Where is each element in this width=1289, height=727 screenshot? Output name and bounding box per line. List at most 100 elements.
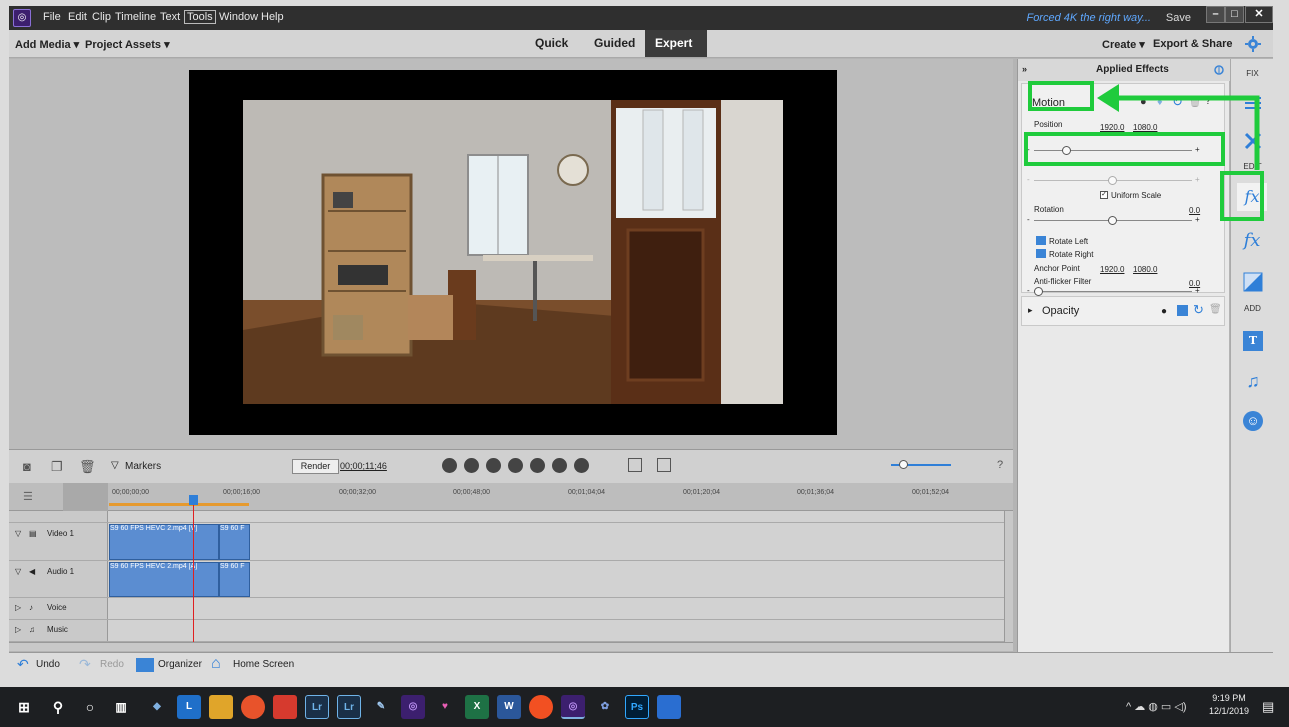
timeline-help-icon[interactable]: ? — [997, 459, 1003, 471]
audio-clip[interactable]: S9 60 FPS HEVC 2.mp4 [A] — [109, 562, 219, 597]
antiflicker-plus[interactable]: + — [1195, 286, 1200, 295]
opacity-eye-icon[interactable]: ● — [1161, 306, 1167, 317]
step-forward-button[interactable] — [530, 458, 545, 473]
track-voice-expand-icon[interactable]: ▷ — [15, 603, 21, 612]
app-pin-icon[interactable]: ♥ — [433, 695, 457, 719]
rewind-button[interactable] — [464, 458, 479, 473]
expand-opacity-icon[interactable]: ▸ — [1028, 305, 1033, 316]
premiere-elements-active-icon[interactable]: ◎ — [561, 695, 585, 719]
music-note-icon[interactable]: ♫ — [1243, 371, 1263, 391]
menu-clip[interactable]: Clip — [92, 11, 111, 23]
cortana-icon[interactable]: ○ — [78, 695, 102, 719]
zoom-slider-knob[interactable] — [899, 460, 908, 469]
opacity-delete-icon[interactable]: 🗑 — [1209, 304, 1222, 315]
fit-to-screen-icon[interactable] — [657, 458, 671, 472]
app-icon-1[interactable]: ◆ — [145, 695, 169, 719]
clock-date[interactable]: 12/1/2019 — [1204, 706, 1254, 716]
menu-window[interactable]: Window — [219, 11, 258, 23]
go-to-end-button[interactable] — [574, 458, 589, 473]
video-preview[interactable] — [189, 70, 837, 435]
save-button[interactable]: Save — [1166, 12, 1191, 24]
audio-clip-2[interactable]: S9 60 F — [219, 562, 250, 597]
playhead-handle[interactable] — [189, 495, 198, 505]
app-pen-icon[interactable]: ✎ — [369, 695, 393, 719]
timeline-ruler[interactable]: ☰ 00;00;00;00 00;00;16;00 00;00;32;00 00… — [9, 483, 1013, 511]
lightroom-classic-icon[interactable]: Lr — [337, 695, 361, 719]
track-options-icon[interactable]: ☰ — [23, 490, 33, 503]
collapse-panel-icon[interactable]: » — [1022, 64, 1027, 74]
delete-trash-icon[interactable]: 🗑 — [79, 459, 96, 475]
lightroom-icon[interactable]: Lr — [305, 695, 329, 719]
menu-file[interactable]: File — [43, 11, 61, 23]
video-clip[interactable]: S9 60 FPS HEVC 2.mp4 [V] — [109, 524, 219, 560]
rotate-right-icon[interactable] — [1036, 249, 1046, 258]
rotation-minus[interactable]: - — [1027, 215, 1030, 224]
add-media-menu[interactable]: Add Media ▾ — [15, 38, 79, 51]
track-video-collapse-icon[interactable]: ▽ — [15, 529, 21, 538]
home-screen-button[interactable]: Home Screen — [233, 659, 294, 670]
rotate-right-label[interactable]: Rotate Right — [1049, 250, 1093, 259]
current-timecode[interactable]: 00;00;11;46 — [340, 461, 387, 471]
menu-help[interactable]: Help — [261, 11, 284, 23]
rotation-slider-knob[interactable] — [1108, 216, 1117, 225]
smart-fix-icon[interactable] — [628, 458, 642, 472]
windows-start-icon[interactable]: ⊞ — [12, 695, 36, 719]
photoshop-icon[interactable]: Ps — [625, 695, 649, 719]
tab-expert[interactable]: Expert — [645, 30, 707, 57]
redo-icon[interactable]: ↷ — [79, 656, 91, 673]
track-audio-collapse-icon[interactable]: ▽ — [15, 567, 21, 576]
add-effect-icon[interactable] — [1213, 64, 1225, 76]
audio-mixer-button[interactable] — [63, 483, 108, 511]
go-to-start-button[interactable] — [442, 458, 457, 473]
render-button[interactable]: Render — [292, 459, 339, 474]
menu-timeline[interactable]: Timeline — [115, 11, 156, 23]
menu-text[interactable]: Text — [160, 11, 180, 23]
detach-icon[interactable]: ❐ — [51, 459, 63, 475]
antiflicker-slider-knob[interactable] — [1034, 287, 1043, 296]
markers-icon[interactable]: ▽ — [111, 460, 119, 471]
chrome-icon[interactable] — [241, 695, 265, 719]
track-music-expand-icon[interactable]: ▷ — [15, 625, 21, 634]
rotation-value[interactable]: 0.0 — [1189, 206, 1200, 215]
timeline-horizontal-scrollbar[interactable] — [9, 642, 1013, 651]
rotate-left-icon[interactable] — [1036, 236, 1046, 245]
export-share-menu[interactable]: Export & Share — [1153, 38, 1232, 50]
play-button[interactable] — [508, 458, 523, 473]
tab-guided[interactable]: Guided — [584, 30, 645, 57]
file-explorer-icon[interactable] — [209, 695, 233, 719]
anchor-x-value[interactable]: 1920.0 — [1100, 265, 1124, 274]
minimize-button[interactable]: – — [1206, 6, 1225, 23]
markers-label[interactable]: Markers — [125, 461, 161, 472]
close-button[interactable]: ✕ — [1245, 6, 1273, 23]
app-blue-icon[interactable] — [657, 695, 681, 719]
opacity-label[interactable]: Opacity — [1042, 305, 1079, 317]
redo-button[interactable]: Redo — [100, 659, 124, 670]
excel-icon[interactable]: X — [465, 695, 489, 719]
tab-quick[interactable]: Quick — [525, 30, 578, 57]
app-l-icon[interactable]: L — [177, 695, 201, 719]
graphics-smiley-icon[interactable]: ☺ — [1243, 411, 1263, 431]
scale-width-minus[interactable]: - — [1027, 175, 1030, 184]
app-organizer-icon[interactable]: ✿ — [593, 695, 617, 719]
search-icon[interactable]: ⚲ — [46, 695, 70, 719]
premiere-elements-icon[interactable]: ◎ — [401, 695, 425, 719]
word-icon[interactable]: W — [497, 695, 521, 719]
snapshot-camera-icon[interactable]: ◙ — [23, 459, 31, 474]
anchor-y-value[interactable]: 1080.0 — [1133, 265, 1157, 274]
menu-edit[interactable]: Edit — [68, 11, 87, 23]
opacity-keyframe-icon[interactable] — [1177, 305, 1188, 316]
rotate-left-label[interactable]: Rotate Left — [1049, 237, 1088, 246]
video-clip-2[interactable]: S9 60 F — [219, 524, 250, 560]
work-area-bar[interactable] — [109, 503, 249, 506]
titles-text-icon[interactable]: T — [1243, 331, 1263, 351]
home-icon[interactable]: ⌂ — [211, 655, 221, 673]
effects-fx-icon[interactable]: fx — [1237, 227, 1267, 255]
opacity-reset-icon[interactable]: ↻ — [1193, 302, 1204, 318]
antiflicker-minus[interactable]: - — [1027, 286, 1030, 295]
antiflicker-slider-track[interactable] — [1034, 291, 1192, 292]
app-red-icon[interactable] — [273, 695, 297, 719]
transitions-icon[interactable] — [1243, 272, 1263, 292]
organizer-icon[interactable] — [136, 658, 154, 672]
settings-gear-icon[interactable] — [1245, 36, 1261, 52]
create-menu[interactable]: Create ▾ — [1102, 38, 1145, 51]
